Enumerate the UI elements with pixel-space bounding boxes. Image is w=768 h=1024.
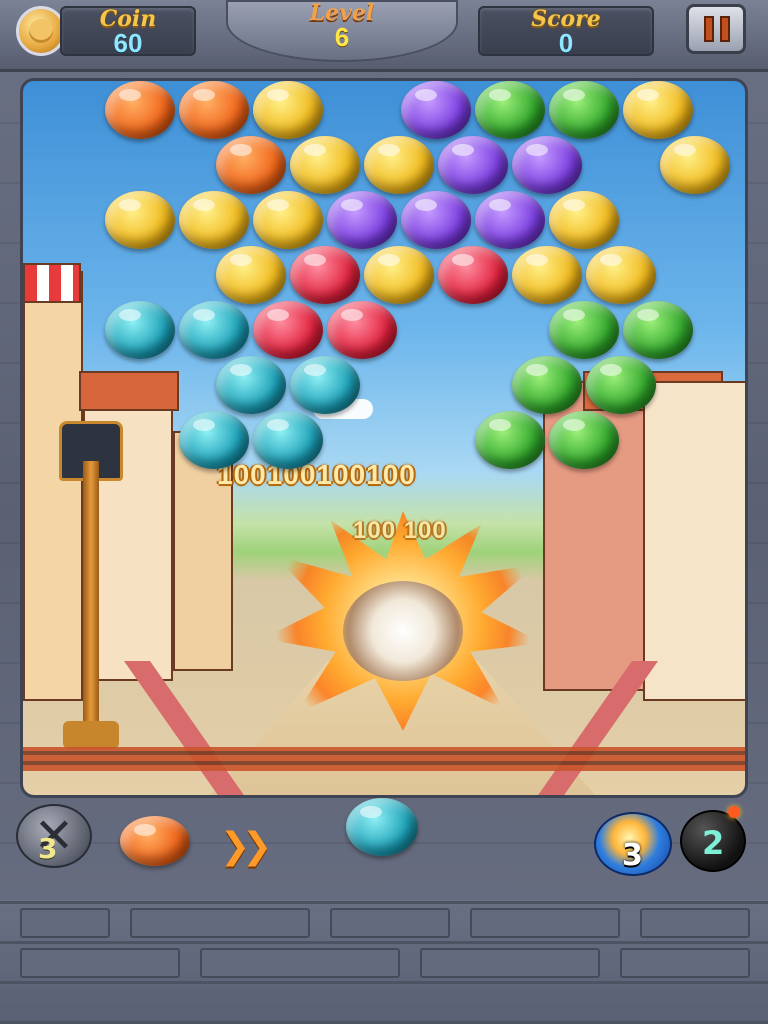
bubble-purple <box>475 191 545 249</box>
bubble-green <box>549 81 619 139</box>
bubble-yellow <box>105 191 175 249</box>
bubble-cyan <box>290 356 360 414</box>
bubble-cyan <box>179 411 249 469</box>
brick <box>470 908 620 938</box>
brick <box>330 908 450 938</box>
bubble-yellow <box>216 246 286 304</box>
bubble-cyan <box>105 301 175 359</box>
pause-icon-bar <box>720 16 730 42</box>
bubble-red <box>290 246 360 304</box>
building-right-2 <box>643 381 745 701</box>
bubble-orange <box>105 81 175 139</box>
fire-bubble-powerup[interactable]: 3 <box>594 812 672 876</box>
brick <box>420 948 600 978</box>
bubble-green <box>586 356 656 414</box>
stone-base <box>0 900 768 1024</box>
bubble-cyan <box>216 356 286 414</box>
bubble-yellow <box>660 136 730 194</box>
brick <box>620 948 750 978</box>
lamp-base <box>63 721 119 749</box>
bomb-count: 2 <box>702 824 725 862</box>
swap-button[interactable]: ✕ 3 <box>16 804 92 868</box>
brick <box>20 948 180 978</box>
bubble-green <box>549 411 619 469</box>
bubble-yellow <box>364 246 434 304</box>
bubble-green <box>475 81 545 139</box>
bubble-purple <box>401 81 471 139</box>
pause-button[interactable] <box>686 4 746 54</box>
bubble-yellow <box>253 81 323 139</box>
double-arrow-icon: ❯❯ <box>220 826 272 867</box>
top-hud: Coin 60 Level 6 Score 0 <box>0 0 768 72</box>
bubble-yellow <box>512 246 582 304</box>
points-popup-2: 100 100 <box>353 517 447 544</box>
coin-icon <box>16 6 66 56</box>
points-popup: 100100100100 <box>217 459 416 490</box>
bubble-orange <box>179 81 249 139</box>
bubble-purple <box>438 136 508 194</box>
roof-left-2 <box>79 371 179 411</box>
lamp-post <box>83 461 99 741</box>
brick <box>20 908 110 938</box>
bubble-yellow <box>253 191 323 249</box>
swap-count: 3 <box>38 832 58 865</box>
bubble-yellow <box>586 246 656 304</box>
play-field[interactable]: 100100100100 100 100 <box>20 78 748 798</box>
bubble-green <box>512 356 582 414</box>
bubble-cyan <box>179 301 249 359</box>
score-value: 0 <box>558 28 574 58</box>
bomb-powerup[interactable]: 2 <box>680 806 746 872</box>
bubble-purple <box>512 136 582 194</box>
awning-left <box>23 263 81 303</box>
bubble-yellow <box>364 136 434 194</box>
next-bubble[interactable] <box>120 816 190 866</box>
bubble-yellow <box>179 191 249 249</box>
bubble-yellow <box>623 81 693 139</box>
shooter-bubble[interactable] <box>346 798 418 856</box>
bubble-green <box>549 301 619 359</box>
bubble-red <box>438 246 508 304</box>
bubble-orange <box>216 136 286 194</box>
brick <box>200 948 400 978</box>
bubble-purple <box>327 191 397 249</box>
bubble-yellow <box>290 136 360 194</box>
bubble-red <box>327 301 397 359</box>
fire-bubble-count: 3 <box>622 838 643 873</box>
bubble-yellow <box>549 191 619 249</box>
explosion-core <box>343 581 463 681</box>
bubble-red <box>253 301 323 359</box>
brick <box>130 908 310 938</box>
level-panel: Level 6 <box>226 0 458 62</box>
bubble-cyan <box>253 411 323 469</box>
deadline-rail <box>23 747 745 783</box>
score-panel: Score 0 <box>478 6 654 58</box>
coin-value: 60 <box>113 28 143 58</box>
bubble-green <box>475 411 545 469</box>
pause-icon <box>704 16 714 42</box>
brick <box>640 908 750 938</box>
coin-panel: Coin 60 <box>60 6 196 58</box>
building-left <box>23 271 83 701</box>
bubble-green <box>623 301 693 359</box>
level-value: 6 <box>334 22 350 52</box>
bubble-purple <box>401 191 471 249</box>
